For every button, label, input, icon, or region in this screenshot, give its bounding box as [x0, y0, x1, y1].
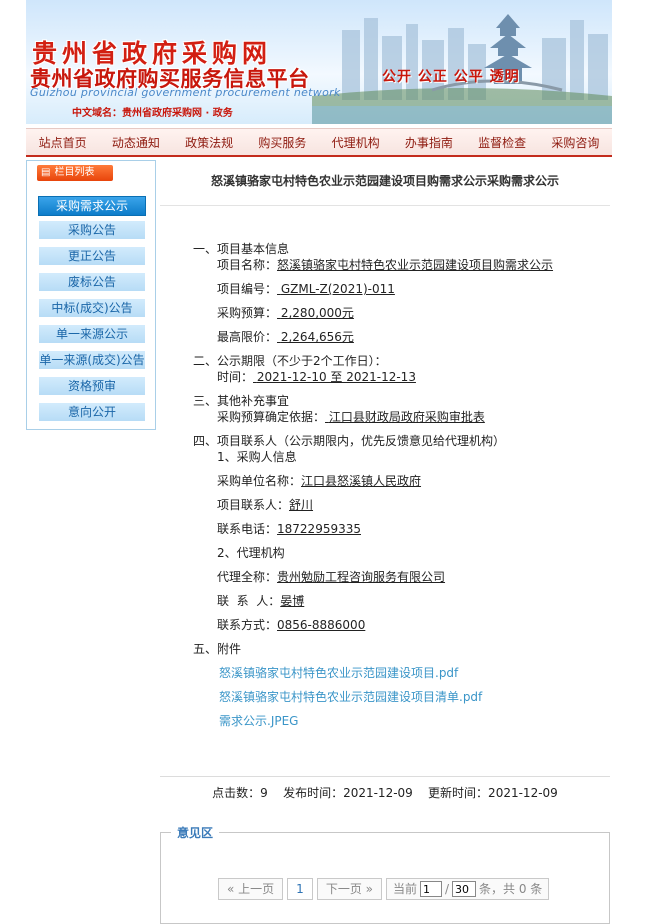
agency-name-row: 代理全称：贵州勉励工程咨询服务有限公司 [217, 568, 445, 585]
purchaser-unit-row: 采购单位名称：江口县怒溪镇人民政府 [217, 472, 421, 489]
sidebar-item-void-notice[interactable]: 废标公告 [39, 273, 145, 291]
purchaser-info-heading: 1、采购人信息 [217, 450, 297, 464]
current-label: 当前 [392, 882, 417, 896]
site-slogan: 公开 公正 公平 透明 [382, 69, 520, 85]
article-stats: 点击数：9 发布时间：2021-12-09 更新时间：2021-12-09 [212, 786, 558, 800]
total-separator: / [445, 882, 450, 896]
purchaser-phone-label: 联系电话： [217, 522, 278, 536]
max-price-value: 2,264,656元 [280, 330, 354, 344]
section-5-heading: 五、附件 [193, 642, 242, 656]
budget-basis-value: 江口县财政局政府采购审批表 [328, 410, 485, 424]
purchaser-phone-value: 18722959335 [277, 522, 361, 536]
purchaser-unit-label: 采购单位名称： [217, 474, 302, 488]
title-divider [160, 205, 610, 206]
nav-item-consulting[interactable]: 采购咨询 [539, 134, 612, 151]
sidebar-item-procurement-notice[interactable]: 采购公告 [39, 221, 145, 239]
page-jump-box: 当前 / 条，共 0 条 [385, 878, 550, 900]
site-title-english: Guizhou provincial government procuremen… [30, 86, 341, 99]
agency-info-heading: 2、代理机构 [217, 546, 285, 560]
section-2-heading: 二、公示期限（不少于2个工作日）： [193, 354, 387, 368]
sidebar-item-intention-disclosure[interactable]: 意向公开 [39, 403, 145, 421]
site-banner: 贵州省政府采购网 贵州省政府购买服务信息平台 Guizhou provincia… [26, 0, 612, 124]
sidebar-item-demand-notice[interactable]: 采购需求公示 [38, 196, 146, 216]
section-4-heading: 四、项目联系人（公示期限内，优先反馈意见给代理机构） [193, 434, 506, 448]
agency-name-value: 贵州勉励工程咨询服务有限公司 [277, 570, 446, 584]
sidebar-item-award-notice[interactable]: 中标(成交)公告 [39, 299, 145, 317]
stats-divider [160, 776, 610, 777]
purchaser-unit-value: 江口县怒溪镇人民政府 [301, 474, 422, 488]
budget-label: 采购预算： [217, 306, 278, 320]
agency-contact-label: 联 系 人： [217, 594, 281, 608]
section-3-heading: 三、其他补充事宜 [193, 394, 290, 408]
agency-name-label: 代理全称： [217, 570, 278, 584]
project-code-value: GZML-Z(2021)-011 [280, 282, 395, 296]
nav-item-purchase-services[interactable]: 购买服务 [246, 134, 319, 151]
opinion-legend: 意见区 [171, 824, 220, 841]
notice-period-row: 时间： 2021-12-10 至 2021-12-13 [217, 368, 416, 385]
project-name-value: 怒溪镇骆家屯村特色农业示范园建设项目购需求公示 [277, 258, 554, 272]
sidebar-item-single-source-notice[interactable]: 单一来源公示 [39, 325, 145, 343]
prev-page-button[interactable]: « 上一页 [218, 878, 284, 900]
nav-item-notices[interactable]: 动态通知 [99, 134, 172, 151]
max-price-label: 最高限价： [217, 330, 278, 344]
attachment-link[interactable]: 怒溪镇骆家屯村特色农业示范园建设项目清单.pdf [219, 688, 482, 705]
sidebar-item-correction-notice[interactable]: 更正公告 [39, 247, 145, 265]
budget-value: 2,280,000元 [280, 306, 354, 320]
total-count-text: 条，共 0 条 [479, 882, 543, 896]
column-sidebar: ▤ 栏目列表 采购需求公示 采购公告 更正公告 废标公告 中标(成交)公告 单一来… [26, 160, 156, 430]
budget-basis-label: 采购预算确定依据： [217, 410, 326, 424]
budget-basis-row: 采购预算确定依据： 江口县财政局政府采购审批表 [217, 408, 485, 425]
comment-pager: « 上一页 1 下一页 » 当前 / 条，共 0 条 [218, 878, 550, 900]
purchaser-phone-row: 联系电话：18722959335 [217, 520, 361, 537]
sidebar-item-single-source-award[interactable]: 单一来源(成交)公告 [39, 351, 145, 369]
agency-phone-label: 联系方式： [217, 618, 278, 632]
nav-item-policies[interactable]: 政策法规 [173, 134, 246, 151]
notice-period-value: 2021-12-10 至 2021-12-13 [256, 370, 416, 384]
project-code-row: 项目编号： GZML-Z(2021)-011 [217, 280, 395, 297]
nav-item-supervision[interactable]: 监督检查 [466, 134, 539, 151]
agency-contact-row: 联 系 人：晏博 [217, 592, 304, 609]
nav-item-home[interactable]: 站点首页 [26, 134, 99, 151]
section-1-heading: 一、项目基本信息 [193, 242, 290, 256]
sidebar-header-label: 栏目列表 [54, 167, 95, 178]
purchaser-contact-row: 项目联系人：舒川 [217, 496, 313, 513]
attachment-link[interactable]: 需求公示.JPEG [219, 712, 298, 729]
article-title: 怒溪镇骆家屯村特色农业示范园建设项目购需求公示采购需求公示 [210, 174, 559, 188]
current-page-input[interactable] [420, 881, 442, 897]
sidebar-header: ▤ 栏目列表 [37, 165, 113, 181]
project-name-row: 项目名称：怒溪镇骆家屯村特色农业示范园建设项目购需求公示 [217, 256, 553, 273]
max-price-row: 最高限价： 2,264,656元 [217, 328, 354, 345]
project-code-label: 项目编号： [217, 282, 278, 296]
chinese-domain-text: 中文域名：贵州省政府采购网 · 政务 [72, 108, 233, 119]
main-nav: 站点首页 动态通知 政策法规 购买服务 代理机构 办事指南 监督检查 采购咨询 [26, 128, 612, 157]
sidebar-item-prequalification[interactable]: 资格预审 [39, 377, 145, 395]
page-number-button[interactable]: 1 [287, 878, 313, 900]
agency-contact-value: 晏博 [280, 594, 305, 608]
nav-item-guide[interactable]: 办事指南 [392, 134, 465, 151]
agency-phone-row: 联系方式：0856-8886000 [217, 616, 365, 633]
nav-item-agencies[interactable]: 代理机构 [319, 134, 392, 151]
purchaser-contact-label: 项目联系人： [217, 498, 290, 512]
document-icon: ▤ [41, 167, 51, 178]
purchaser-contact-value: 舒川 [289, 498, 314, 512]
project-name-label: 项目名称： [217, 258, 278, 272]
page-size-input[interactable] [452, 881, 477, 897]
attachment-link[interactable]: 怒溪镇骆家屯村特色农业示范园建设项目.pdf [219, 664, 458, 681]
notice-period-label: 时间： [217, 370, 254, 384]
next-page-button[interactable]: 下一页 » [316, 878, 382, 900]
agency-phone-value: 0856-8886000 [277, 618, 366, 632]
budget-row: 采购预算： 2,280,000元 [217, 304, 354, 321]
